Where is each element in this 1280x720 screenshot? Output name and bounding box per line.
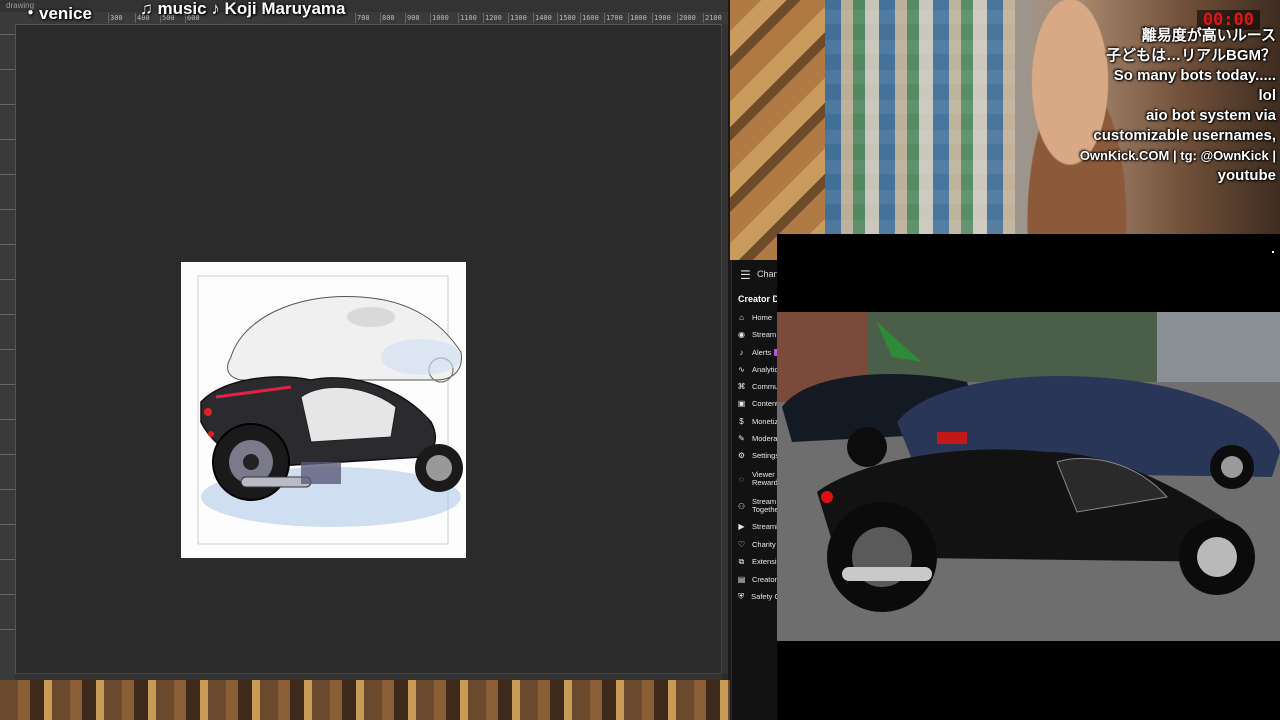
home-icon: ⌂ [739,313,744,322]
nav-label: Home [752,313,773,322]
nav-label: Stream Together [752,497,778,514]
reference-photo-panel [777,234,1280,720]
nav-label: Stream [752,330,777,339]
chat-message: 子どもは…リアルBGM？ [1106,47,1276,64]
vertical-scrollbar[interactable] [721,24,728,674]
stream-title-overlay: ・venice [22,4,92,23]
people-icon: ⚇ [737,501,746,511]
nav-item-content[interactable]: ▣ Content [737,396,778,411]
chat-overlay: 離易度が高いルース 子どもは…リアルBGM？ So many bots toda… [976,26,1276,186]
nav-item-home[interactable]: ⌂ Home [737,310,778,325]
ruler-label: 2000 [677,13,696,23]
nav-label: Streaming [752,522,778,531]
creator-icon: ▤ [737,575,746,584]
ruler-label: 1900 [652,13,671,23]
ruler-label: 1200 [483,13,502,23]
dashboard-topbar: ☰ Channel [732,266,778,282]
chat-message: OwnKick.COM | tg: @OwnKick | [1079,148,1276,163]
nav-item-moderation[interactable]: ✎ Moderation [737,431,778,446]
nav-label: Settings [752,451,778,460]
nav-item-alerts[interactable]: ♪ Alerts [737,345,778,360]
webcam-feed: 00:00 離易度が高いルース 子どもは…リアルBGM？ So many bot… [825,0,1280,234]
video-icon: ▶ [738,522,745,531]
nav-item-stream-together[interactable]: ⚇ Stream Together [737,495,778,517]
ruler-label: 1500 [557,13,576,23]
ruler-label: 1600 [580,13,599,23]
hamburger-menu-icon[interactable]: ☰ [740,268,751,282]
nav-item-viewer-rewards[interactable]: ◌ Viewer Rewards [737,468,778,490]
community-icon: ⌘ [737,382,746,391]
nav-label: Community [752,382,778,391]
money-icon: $ [739,417,744,426]
nav-label: Charity [752,540,776,549]
chat-message: youtube [1217,167,1276,184]
content-icon: ▣ [737,399,746,408]
nav-label: Analytics [752,365,778,374]
nav-label: Content [752,399,778,408]
creator-dashboard-panel: ☰ Channel Creator Dashboard ⌂ Home ◉ Strea… [731,260,778,720]
horizontal-ruler: 300 400 500 600 700 800 900 1000 1100 12… [0,12,728,25]
music-credit-overlay: ♫ music ♪ Koji Maruyama [140,0,346,18]
trike-street-photo [777,312,1280,641]
shield-icon: ⛨ [738,592,745,601]
dashboard-heading: Creator Dashboard [738,294,778,304]
chat-message: aio bot system via [1145,107,1276,124]
nav-label: Monetize [752,417,778,426]
wallpaper-pattern-side [730,0,825,260]
drawing-app-window: drawing 300 400 500 600 700 800 900 1000… [0,0,728,680]
vertical-ruler [0,24,16,680]
chart-icon: ∿ [738,365,745,374]
channel-label[interactable]: Channel [757,269,778,279]
chat-message: lol [1258,87,1277,104]
broadcast-icon: ◉ [738,330,745,339]
nav-item-settings[interactable]: ⚙ Settings [737,448,778,463]
motorcycle-sketch [197,275,463,545]
ruler-label: 300 [108,13,123,23]
nav-item-analytics[interactable]: ∿ Analytics [737,362,778,377]
nav-label: Safety Center [751,592,778,601]
chat-message: customizable usernames, [1093,127,1276,144]
chat-message: 離易度が高いルース [1141,27,1276,44]
pen-icon: ✎ [738,434,745,443]
nav-item-creator[interactable]: ▤ Creator [737,572,778,587]
ruler-label: 1100 [458,13,477,23]
ruler-label: 2100 [703,13,722,23]
document-tab-strip: drawing [0,0,728,12]
ruler-label: 800 [380,13,395,23]
ruler-label: 1700 [604,13,623,23]
horizontal-scrollbar[interactable] [15,673,722,680]
indicator-dot [1272,251,1274,253]
nav-label: Viewer Rewards [752,470,778,487]
nav-item-stream[interactable]: ◉ Stream [737,327,778,342]
nav-item-monetize[interactable]: $ Monetize [737,414,778,429]
bell-icon: ♪ [739,348,744,357]
wallpaper-pattern [0,680,730,720]
ruler-label: 1800 [628,13,647,23]
nav-item-community[interactable]: ⌘ Community [737,379,779,394]
nav-item-extensions[interactable]: ⧉ Extensions [737,554,778,569]
nav-item-streaming[interactable]: ▶ Streaming [737,519,778,534]
ruler-label: 700 [355,13,370,23]
chat-message: So many bots today..... [1113,67,1276,84]
ruler-label: 900 [405,13,420,23]
artboard-canvas[interactable] [181,262,466,558]
nav-label: Alerts [752,348,772,357]
ruler-label: 1300 [508,13,527,23]
nav-item-charity[interactable]: ♡ Charity [737,537,778,552]
charity-icon: ♡ [737,540,746,549]
extension-icon: ⧉ [738,557,745,566]
gear-icon: ⚙ [737,451,746,460]
nav-label: Creator [752,575,778,584]
ruler-label: 1000 [430,13,449,23]
ruler-label: 1400 [533,13,552,23]
reward-icon: ◌ [739,474,744,484]
nav-label: Extensions [752,557,778,566]
nav-label: Moderation [752,434,778,443]
reference-photo [777,312,1280,641]
nav-item-safety-center[interactable]: ⛨ Safety Center [737,589,778,604]
